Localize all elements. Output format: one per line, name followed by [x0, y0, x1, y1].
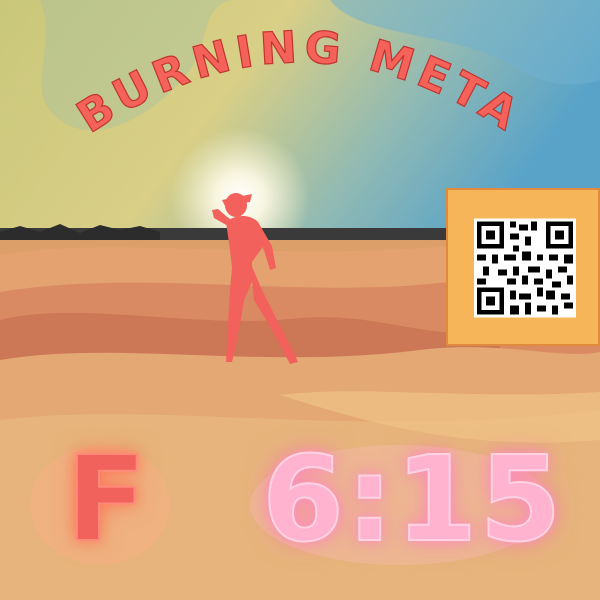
- weekday-indicator: F: [65, 430, 148, 568]
- qr-code-icon: [474, 218, 576, 318]
- qr-code-panel[interactable]: [446, 188, 600, 346]
- time-display: 6:15: [261, 430, 564, 568]
